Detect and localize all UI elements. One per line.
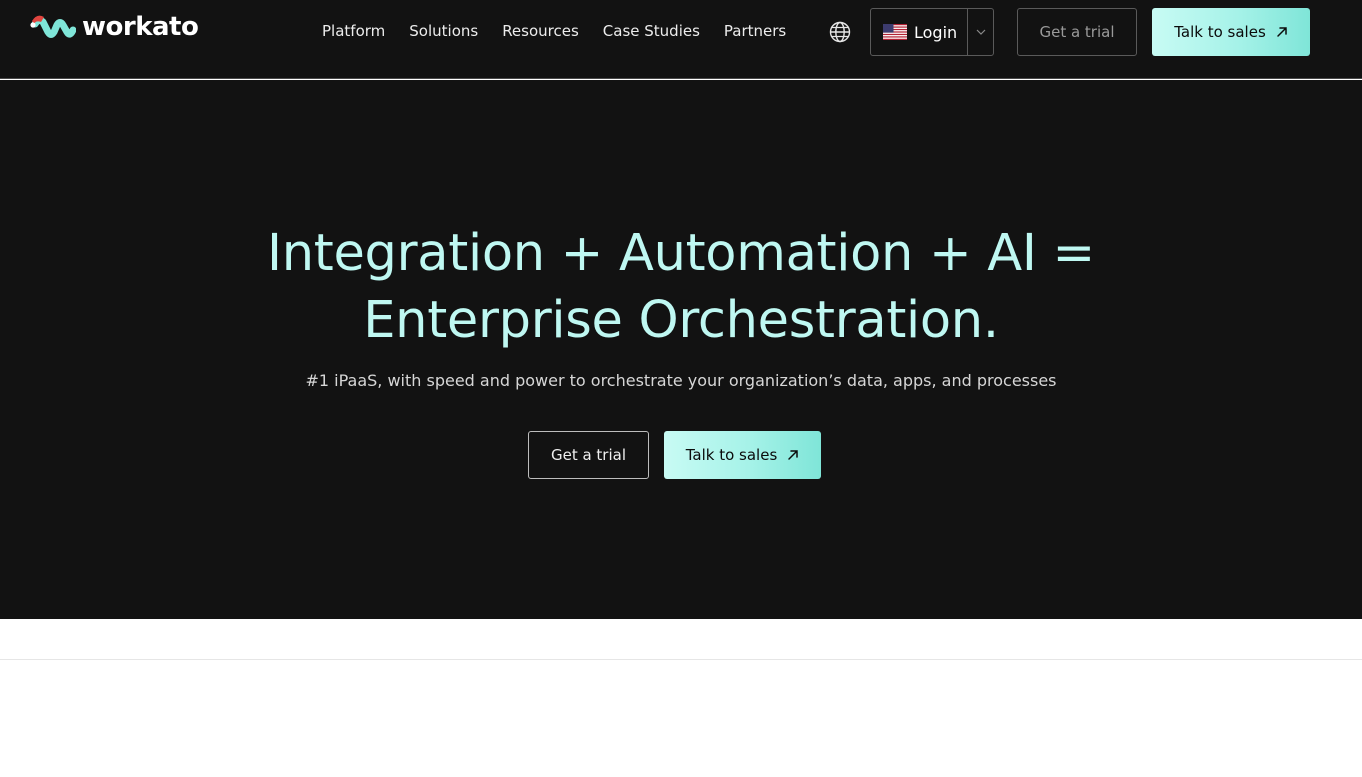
top-navigation-bar: workato Platform Solutions Resources Cas… [0,0,1362,79]
hero-title-line-2: Enterprise Orchestration. [363,291,999,350]
login-button[interactable]: Login [871,9,968,55]
workato-logo[interactable]: workato [30,12,199,42]
brand-name: workato [82,12,199,42]
workato-logo-icon [30,15,76,38]
hero-title: Integration + Automation + AI = Enterpri… [0,220,1362,354]
us-flag-icon [883,24,907,40]
nav-item-case-studies[interactable]: Case Studies [603,20,700,42]
hero-section: Integration + Automation + AI = Enterpri… [0,80,1362,619]
globe-icon[interactable] [828,20,852,44]
hero-talk-to-sales-label: Talk to sales [685,446,778,464]
login-dropdown-toggle[interactable] [968,9,993,55]
hero-subtitle: #1 iPaaS, with speed and power to orches… [305,371,1057,390]
login-selector: Login [870,8,994,56]
hero-talk-to-sales-button[interactable]: Talk to sales [664,431,821,479]
nav-item-partners[interactable]: Partners [724,20,786,42]
page: workato Platform Solutions Resources Cas… [0,0,1362,777]
nav-item-solutions[interactable]: Solutions [409,20,478,42]
hero-get-trial-button[interactable]: Get a trial [528,431,649,479]
arrow-up-right-icon [788,450,799,460]
login-label: Login [914,22,958,42]
arrow-up-right-icon [1277,27,1287,37]
chevron-down-icon [976,29,985,35]
hero-title-line-1: Integration + Automation + AI = [267,224,1095,283]
header-talk-to-sales-label: Talk to sales [1174,23,1266,41]
header-get-trial-button[interactable]: Get a trial [1017,8,1137,56]
header-talk-to-sales-button[interactable]: Talk to sales [1152,8,1310,56]
nav-item-platform[interactable]: Platform [322,20,385,42]
nav-item-resources[interactable]: Resources [502,20,579,42]
section-divider [0,659,1362,660]
main-nav: Platform Solutions Resources Case Studie… [322,20,786,42]
